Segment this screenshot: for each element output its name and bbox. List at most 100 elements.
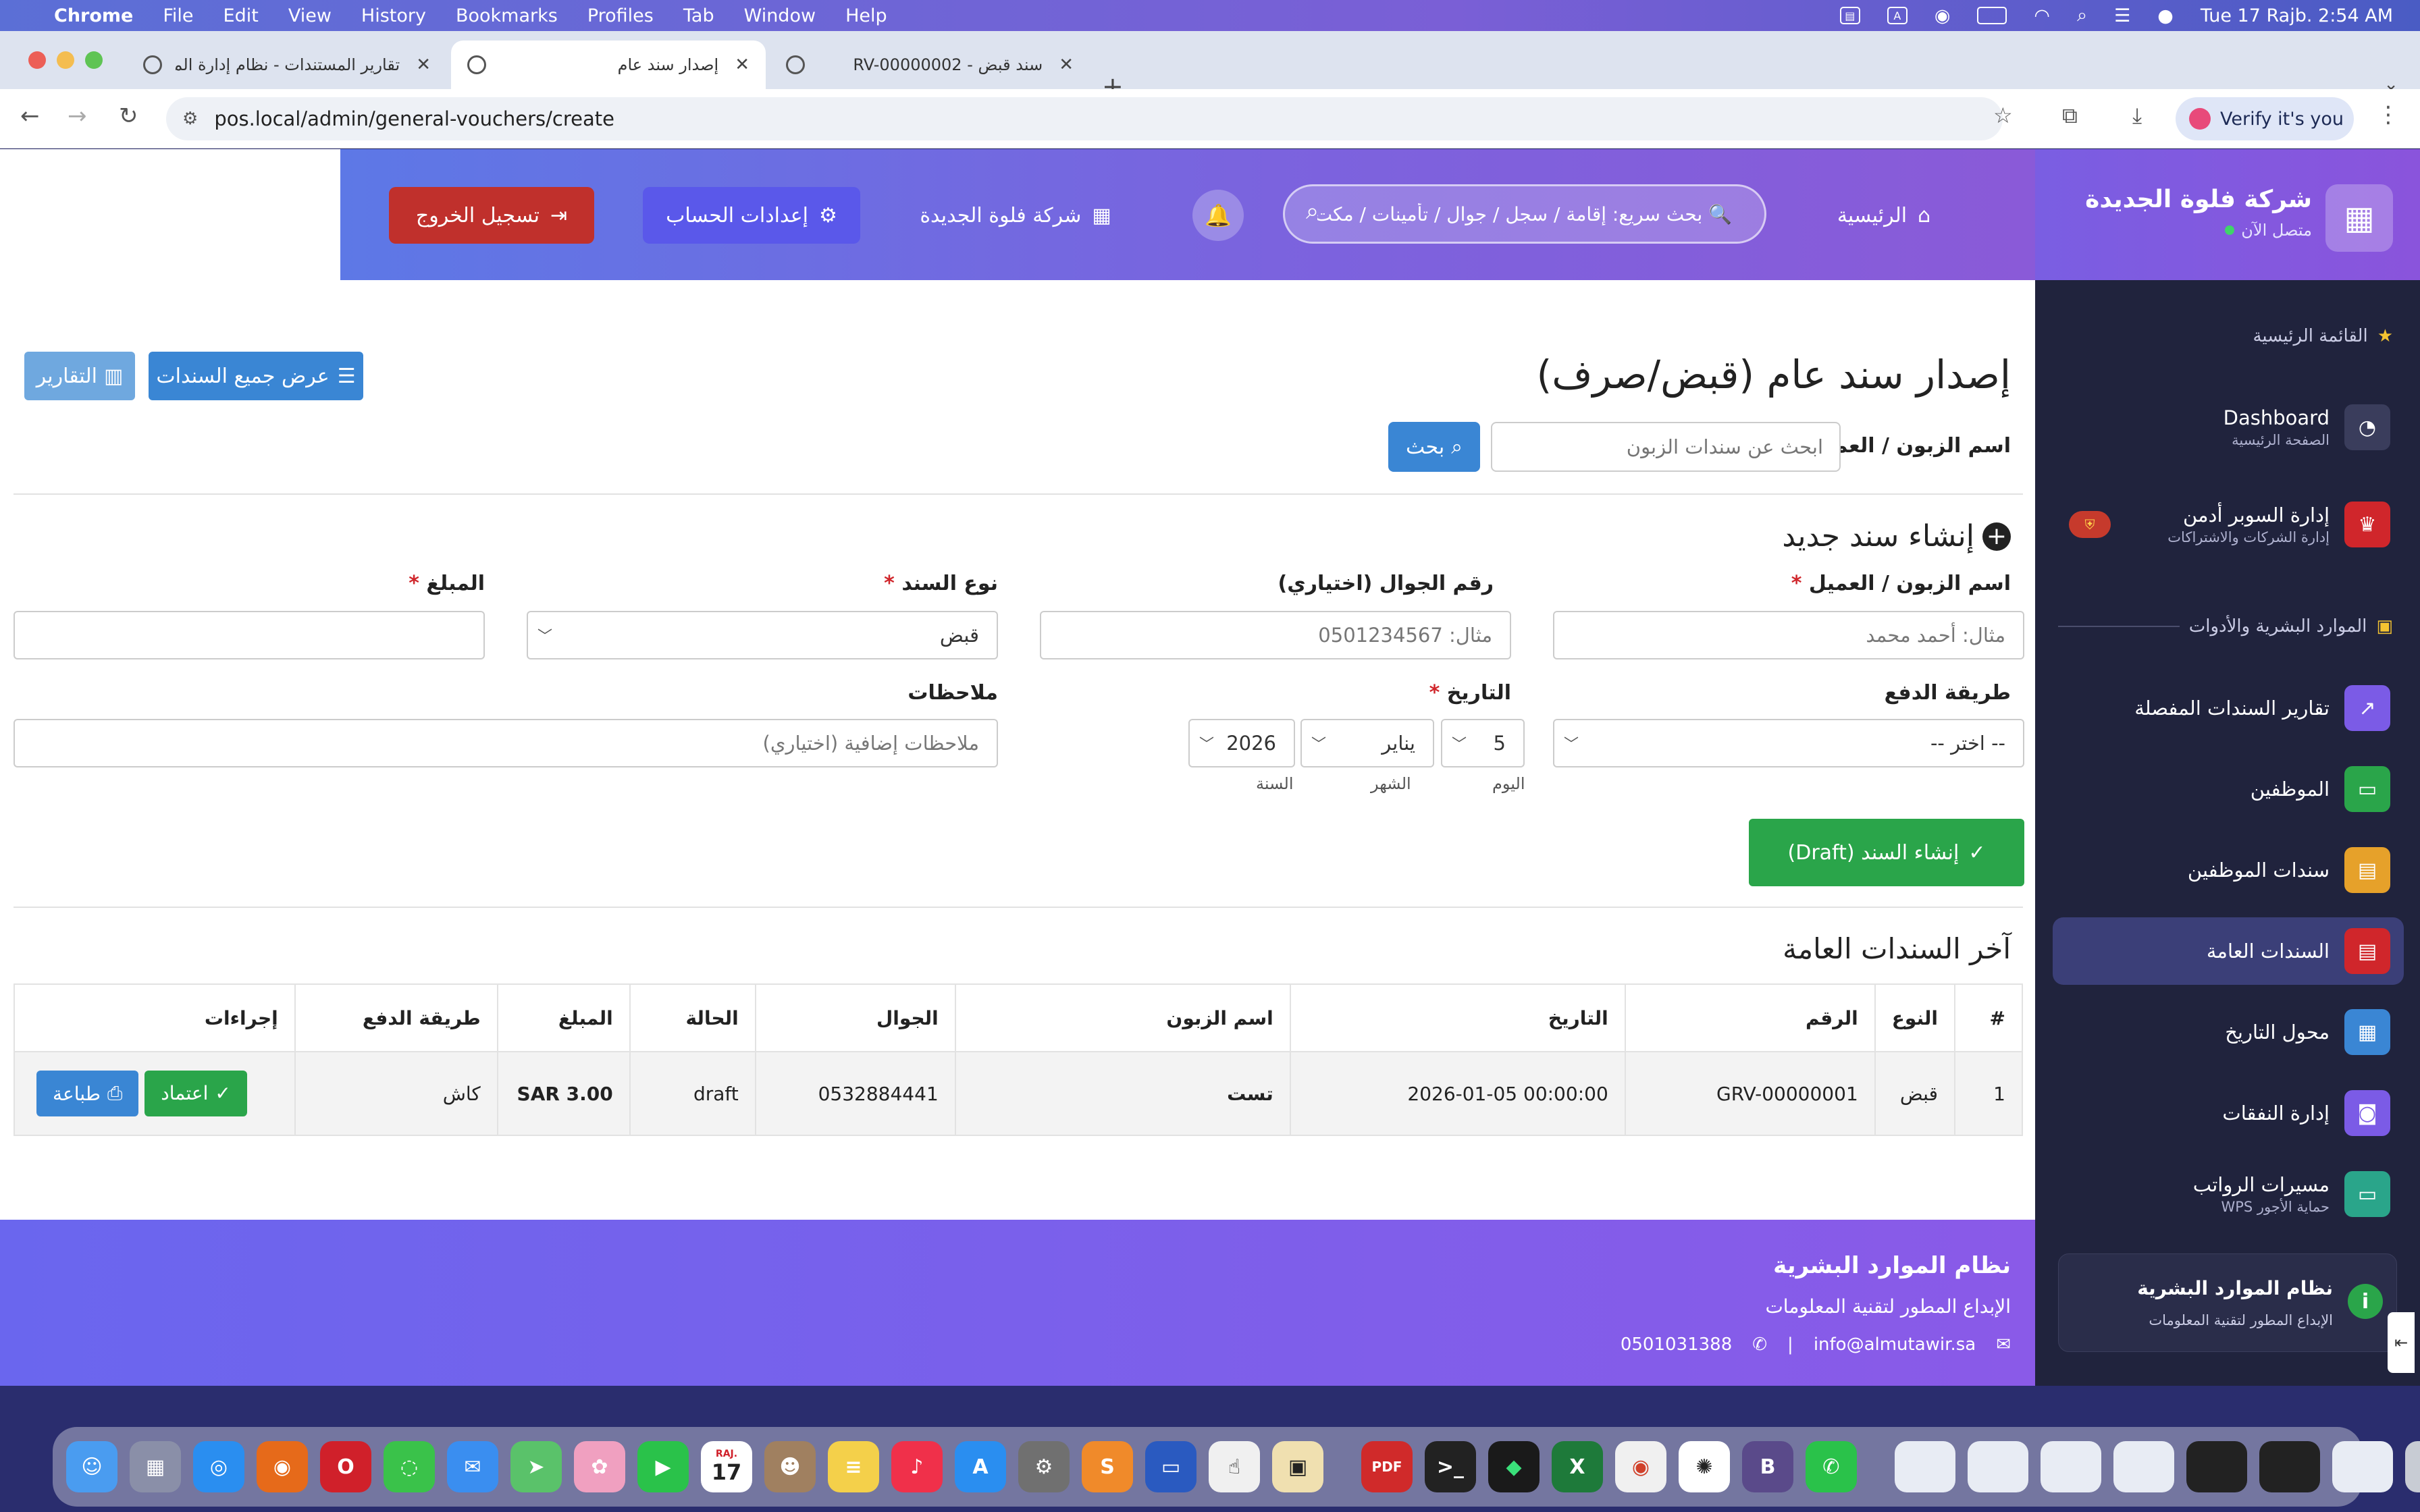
music-icon[interactable]: ♪ — [891, 1441, 943, 1492]
terminal-icon[interactable]: >_ — [1425, 1441, 1476, 1492]
facetime-icon[interactable]: ▶ — [637, 1441, 689, 1492]
menu-bookmarks[interactable]: Bookmarks — [456, 5, 558, 26]
print-button[interactable]: ⎙ طباعة — [36, 1071, 139, 1117]
sidebar-item-general-vouchers[interactable]: ▤ السندات العامة — [2053, 917, 2404, 985]
menubar-clock[interactable]: Tue 17 Rajb. 2:54 AM — [2201, 5, 2393, 26]
menu-tab[interactable]: Tab — [683, 5, 714, 26]
calendar-app-icon[interactable]: RAJ. 17 — [701, 1441, 752, 1492]
amount-input[interactable] — [14, 611, 485, 659]
battery-icon[interactable] — [1977, 7, 2007, 24]
accessibility-icon[interactable]: ☝ — [1209, 1441, 1260, 1492]
sidebar-item-employee-vouchers[interactable]: ▤ سندات الموظفين — [2053, 836, 2404, 904]
preview-icon[interactable]: ▣ — [1272, 1441, 1323, 1492]
user-status-icon[interactable]: ◉ — [1935, 5, 1951, 26]
notes-icon[interactable]: ≡ — [828, 1441, 879, 1492]
menu-profiles[interactable]: Profiles — [587, 5, 654, 26]
menu-window[interactable]: Window — [744, 5, 816, 26]
remote-desktop-icon[interactable]: ▭ — [1145, 1441, 1196, 1492]
view-all-vouchers-button[interactable]: ☰ عرض جميع السندات — [149, 352, 363, 400]
customer-search-input[interactable] — [1491, 422, 1841, 472]
photos-icon[interactable]: ✿ — [574, 1441, 625, 1492]
app-store-icon[interactable]: A — [955, 1441, 1006, 1492]
customer-search-button[interactable]: ⌕ بحث — [1388, 422, 1480, 472]
extensions-icon[interactable]: ⧉ — [2062, 103, 2078, 129]
control-center-icon[interactable]: ☰ — [2114, 5, 2130, 26]
footer-email[interactable]: info@almutawir.sa — [1814, 1334, 1976, 1355]
sidebar-item-employees[interactable]: ▭ الموظفين — [2053, 755, 2404, 823]
chrome-menu-icon[interactable]: ⋮ — [2377, 101, 2400, 128]
day-select[interactable]: 5 ﹀ — [1441, 719, 1525, 767]
whatsapp-icon[interactable]: ✆ — [1806, 1441, 1857, 1492]
input-source-icon[interactable]: A — [1887, 7, 1908, 24]
quick-search-input[interactable] — [1283, 184, 1766, 244]
site-info-icon[interactable]: ⚙ — [182, 109, 198, 129]
dock-window-thumbnail[interactable] — [2259, 1441, 2320, 1492]
month-select[interactable]: يناير ﹀ — [1300, 719, 1434, 767]
sidebar-item-date-converter[interactable]: ▦ محول التاريخ — [2053, 998, 2404, 1066]
pdf-app-icon[interactable]: PDF — [1361, 1441, 1413, 1492]
sidebar-item-super-admin[interactable]: ♛ إدارة السوبر أدمن إدارة الشركات والاشتر… — [2053, 491, 2404, 558]
notes-textarea[interactable]: ملاحظات إضافية (اختياري) — [14, 719, 998, 767]
safari-icon[interactable]: ◎ — [193, 1441, 244, 1492]
bootstrap-icon[interactable]: B — [1742, 1441, 1793, 1492]
voucher-type-select[interactable]: قبض ﹀ — [527, 611, 998, 659]
wifi-icon[interactable]: ◠ — [2034, 5, 2050, 26]
search-icon[interactable]: ⌕ — [1306, 198, 1319, 225]
approve-button[interactable]: ✓ اعتماد — [144, 1070, 247, 1116]
menu-app-chrome[interactable]: Chrome — [54, 5, 133, 26]
close-window-button[interactable] — [28, 51, 46, 69]
url-text[interactable]: pos.local/admin/general-vouchers/create — [214, 107, 614, 130]
sidebar-item-voucher-reports[interactable]: ↗ تقارير السندات المفصلة — [2053, 674, 2404, 742]
dock-window-thumbnail[interactable] — [2113, 1441, 2174, 1492]
menu-help[interactable]: Help — [845, 5, 887, 26]
download-icon[interactable]: ⤓ — [2132, 103, 2142, 129]
spotlight-icon[interactable]: ⌕ — [2077, 5, 2087, 26]
tab-general-voucher[interactable]: إصدار سند عام ✕ — [451, 40, 766, 89]
spotify-icon[interactable]: ◆ — [1488, 1441, 1540, 1492]
chatgpt-icon[interactable]: ✺ — [1679, 1441, 1730, 1492]
pdf-status-icon[interactable]: ▤ — [1839, 7, 1860, 24]
close-icon[interactable]: ✕ — [416, 55, 431, 75]
minimize-window-button[interactable] — [57, 51, 74, 69]
dock-window-thumbnail[interactable] — [2041, 1441, 2101, 1492]
home-link[interactable]: ⌂ الرئيسية — [1816, 187, 1951, 244]
menu-edit[interactable]: Edit — [223, 5, 259, 26]
sublime-icon[interactable]: S — [1082, 1441, 1133, 1492]
forward-arrow-icon[interactable]: → — [68, 103, 87, 130]
footer-phone[interactable]: 0501031388 — [1621, 1334, 1732, 1355]
siri-icon[interactable]: ● — [2157, 5, 2174, 26]
zoom-window-button[interactable] — [85, 51, 103, 69]
sidebar-item-dashboard[interactable]: ◔ Dashboard الصفحة الرئيسية — [2053, 394, 2404, 461]
opera-icon[interactable]: O — [320, 1441, 371, 1492]
customer-name-input[interactable]: مثال: أحمد محمد — [1553, 611, 2024, 659]
system-settings-icon[interactable]: ⚙ — [1018, 1441, 1070, 1492]
close-icon[interactable]: ✕ — [1059, 55, 1074, 75]
back-arrow-icon[interactable]: ← — [20, 103, 40, 130]
contacts-icon[interactable]: ☻ — [764, 1441, 816, 1492]
payment-method-select[interactable]: -- اختر -- ﹀ — [1553, 719, 2024, 767]
create-voucher-button[interactable]: ✓ إنشاء السند (Draft) — [1749, 819, 2024, 886]
messages-icon[interactable]: ◌ — [384, 1441, 435, 1492]
close-icon[interactable]: ✕ — [735, 55, 749, 75]
mail-icon[interactable]: ✉ — [447, 1441, 498, 1492]
account-settings-button[interactable]: ⚙ إعدادات الحساب — [643, 187, 860, 244]
reload-icon[interactable]: ↻ — [119, 103, 138, 130]
verify-identity-button[interactable]: Verify it's you — [2176, 97, 2354, 140]
chrome-icon[interactable]: ◉ — [1615, 1441, 1666, 1492]
firefox-icon[interactable]: ◉ — [257, 1441, 308, 1492]
trash-icon[interactable]: 🗑 — [2405, 1441, 2420, 1492]
sidebar-item-expenses[interactable]: ◙ إدارة النفقات — [2053, 1079, 2404, 1147]
logout-button[interactable]: ⇥ تسجيل الخروج — [389, 187, 594, 244]
menu-file[interactable]: File — [163, 5, 193, 26]
sidebar-item-payroll[interactable]: ▭ مسيرات الرواتب حماية الأجور WPS — [2053, 1160, 2404, 1228]
phone-input[interactable]: مثال: 0501234567 — [1040, 611, 1511, 659]
menu-history[interactable]: History — [361, 5, 426, 26]
finder-icon[interactable]: ☺ — [66, 1441, 117, 1492]
dock-window-thumbnail[interactable] — [2332, 1441, 2393, 1492]
dock-window-thumbnail[interactable] — [2186, 1441, 2247, 1492]
maps-icon[interactable]: ➤ — [510, 1441, 562, 1492]
sidebar-toggle-icon[interactable]: ⇤ — [2388, 1312, 2415, 1373]
notifications-bell-icon[interactable]: 🔔 — [1192, 190, 1244, 241]
bookmark-star-icon[interactable]: ☆ — [1993, 103, 2013, 128]
address-bar[interactable]: ⚙ pos.local/admin/general-vouchers/creat… — [166, 97, 2003, 140]
